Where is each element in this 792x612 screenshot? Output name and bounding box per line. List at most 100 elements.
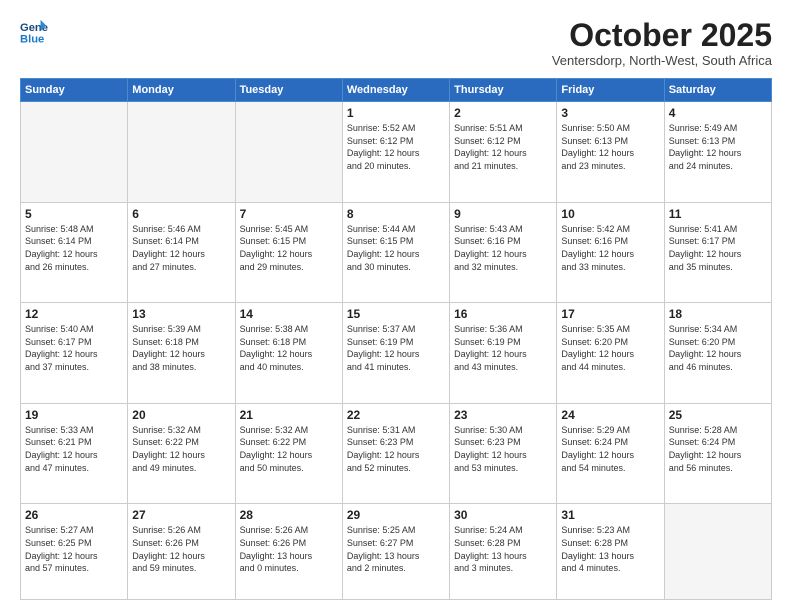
day-number: 29 [347, 508, 445, 522]
calendar-cell [128, 102, 235, 203]
day-info: Sunrise: 5:44 AM Sunset: 6:15 PM Dayligh… [347, 223, 445, 273]
calendar-cell: 3Sunrise: 5:50 AM Sunset: 6:13 PM Daylig… [557, 102, 664, 203]
calendar-week-4: 19Sunrise: 5:33 AM Sunset: 6:21 PM Dayli… [21, 403, 772, 504]
day-number: 27 [132, 508, 230, 522]
day-number: 26 [25, 508, 123, 522]
day-number: 23 [454, 408, 552, 422]
day-info: Sunrise: 5:32 AM Sunset: 6:22 PM Dayligh… [240, 424, 338, 474]
day-number: 11 [669, 207, 767, 221]
calendar-cell: 13Sunrise: 5:39 AM Sunset: 6:18 PM Dayli… [128, 303, 235, 404]
day-number: 5 [25, 207, 123, 221]
day-info: Sunrise: 5:26 AM Sunset: 6:26 PM Dayligh… [240, 524, 338, 574]
svg-text:Blue: Blue [20, 33, 44, 45]
day-info: Sunrise: 5:28 AM Sunset: 6:24 PM Dayligh… [669, 424, 767, 474]
logo: General Blue [20, 18, 48, 46]
col-wednesday: Wednesday [342, 79, 449, 102]
month-title: October 2025 [552, 18, 772, 53]
day-number: 17 [561, 307, 659, 321]
calendar-week-5: 26 Sunrise: 5:27 AM Sunset: 6:25 PM Dayli… [21, 504, 772, 600]
calendar-cell [21, 102, 128, 203]
day-number: 22 [347, 408, 445, 422]
day-number: 1 [347, 106, 445, 120]
col-friday: Friday [557, 79, 664, 102]
calendar-cell: 10Sunrise: 5:42 AM Sunset: 6:16 PM Dayli… [557, 202, 664, 303]
day-info: Sunrise: 5:27 AM Sunset: 6:25 PM Dayligh… [25, 524, 123, 574]
day-number: 7 [240, 207, 338, 221]
calendar-cell: 8 Sunrise: 5:44 AM Sunset: 6:15 PM Daylig… [342, 202, 449, 303]
day-number: 31 [561, 508, 659, 522]
col-tuesday: Tuesday [235, 79, 342, 102]
calendar-cell: 11 Sunrise: 5:41 AM Sunset: 6:17 PM Dayli… [664, 202, 771, 303]
calendar-cell: 15Sunrise: 5:37 AM Sunset: 6:19 PM Dayli… [342, 303, 449, 404]
calendar-cell: 12 Sunrise: 5:40 AM Sunset: 6:17 PM Dayli… [21, 303, 128, 404]
calendar-cell: 23 Sunrise: 5:30 AM Sunset: 6:23 PM Dayli… [450, 403, 557, 504]
calendar-cell: 29 Sunrise: 5:25 AM Sunset: 6:27 PM Dayli… [342, 504, 449, 600]
day-number: 21 [240, 408, 338, 422]
day-number: 24 [561, 408, 659, 422]
calendar-cell: 4 Sunrise: 5:49 AM Sunset: 6:13 PM Daylig… [664, 102, 771, 203]
calendar-cell: 21 Sunrise: 5:32 AM Sunset: 6:22 PM Dayli… [235, 403, 342, 504]
day-info: Sunrise: 5:32 AM Sunset: 6:22 PM Dayligh… [132, 424, 230, 474]
day-info: Sunrise: 5:30 AM Sunset: 6:23 PM Dayligh… [454, 424, 552, 474]
day-info: Sunrise: 5:34 AM Sunset: 6:20 PM Dayligh… [669, 323, 767, 373]
day-info: Sunrise: 5:48 AM Sunset: 6:14 PM Dayligh… [25, 223, 123, 273]
calendar-week-3: 12 Sunrise: 5:40 AM Sunset: 6:17 PM Dayli… [21, 303, 772, 404]
calendar-cell: 20 Sunrise: 5:32 AM Sunset: 6:22 PM Dayli… [128, 403, 235, 504]
day-info: Sunrise: 5:52 AM Sunset: 6:12 PM Dayligh… [347, 122, 445, 172]
header: General Blue October 2025 Ventersdorp, N… [20, 18, 772, 68]
calendar-cell: 6Sunrise: 5:46 AM Sunset: 6:14 PM Daylig… [128, 202, 235, 303]
calendar-cell: 9Sunrise: 5:43 AM Sunset: 6:16 PM Daylig… [450, 202, 557, 303]
day-info: Sunrise: 5:38 AM Sunset: 6:18 PM Dayligh… [240, 323, 338, 373]
day-number: 13 [132, 307, 230, 321]
calendar-cell: 19Sunrise: 5:33 AM Sunset: 6:21 PM Dayli… [21, 403, 128, 504]
day-number: 4 [669, 106, 767, 120]
day-info: Sunrise: 5:24 AM Sunset: 6:28 PM Dayligh… [454, 524, 552, 574]
calendar-cell: 2 Sunrise: 5:51 AM Sunset: 6:12 PM Daylig… [450, 102, 557, 203]
day-info: Sunrise: 5:41 AM Sunset: 6:17 PM Dayligh… [669, 223, 767, 273]
calendar-cell: 30 Sunrise: 5:24 AM Sunset: 6:28 PM Dayli… [450, 504, 557, 600]
day-number: 8 [347, 207, 445, 221]
calendar-cell [235, 102, 342, 203]
day-info: Sunrise: 5:35 AM Sunset: 6:20 PM Dayligh… [561, 323, 659, 373]
col-monday: Monday [128, 79, 235, 102]
header-row: Sunday Monday Tuesday Wednesday Thursday… [21, 79, 772, 102]
page: General Blue October 2025 Ventersdorp, N… [0, 0, 792, 612]
calendar-cell: 14 Sunrise: 5:38 AM Sunset: 6:18 PM Dayli… [235, 303, 342, 404]
day-number: 18 [669, 307, 767, 321]
day-number: 28 [240, 508, 338, 522]
day-number: 14 [240, 307, 338, 321]
day-info: Sunrise: 5:26 AM Sunset: 6:26 PM Dayligh… [132, 524, 230, 574]
calendar-cell: 5 Sunrise: 5:48 AM Sunset: 6:14 PM Daylig… [21, 202, 128, 303]
day-number: 3 [561, 106, 659, 120]
day-number: 12 [25, 307, 123, 321]
calendar-cell: 16Sunrise: 5:36 AM Sunset: 6:19 PM Dayli… [450, 303, 557, 404]
calendar-cell: 28 Sunrise: 5:26 AM Sunset: 6:26 PM Dayli… [235, 504, 342, 600]
day-number: 30 [454, 508, 552, 522]
day-info: Sunrise: 5:49 AM Sunset: 6:13 PM Dayligh… [669, 122, 767, 172]
calendar-cell: 26 Sunrise: 5:27 AM Sunset: 6:25 PM Dayli… [21, 504, 128, 600]
day-info: Sunrise: 5:25 AM Sunset: 6:27 PM Dayligh… [347, 524, 445, 574]
day-info: Sunrise: 5:29 AM Sunset: 6:24 PM Dayligh… [561, 424, 659, 474]
day-info: Sunrise: 5:43 AM Sunset: 6:16 PM Dayligh… [454, 223, 552, 273]
day-number: 15 [347, 307, 445, 321]
day-info: Sunrise: 5:40 AM Sunset: 6:17 PM Dayligh… [25, 323, 123, 373]
calendar-cell: 18 Sunrise: 5:34 AM Sunset: 6:20 PM Dayli… [664, 303, 771, 404]
col-saturday: Saturday [664, 79, 771, 102]
calendar-week-2: 5 Sunrise: 5:48 AM Sunset: 6:14 PM Daylig… [21, 202, 772, 303]
day-info: Sunrise: 5:23 AM Sunset: 6:28 PM Dayligh… [561, 524, 659, 574]
location: Ventersdorp, North-West, South Africa [552, 53, 772, 68]
day-number: 19 [25, 408, 123, 422]
day-number: 25 [669, 408, 767, 422]
calendar-cell: 25 Sunrise: 5:28 AM Sunset: 6:24 PM Dayli… [664, 403, 771, 504]
day-number: 2 [454, 106, 552, 120]
calendar-week-1: 1 Sunrise: 5:52 AM Sunset: 6:12 PM Daylig… [21, 102, 772, 203]
calendar-cell: 17 Sunrise: 5:35 AM Sunset: 6:20 PM Dayli… [557, 303, 664, 404]
day-number: 20 [132, 408, 230, 422]
col-thursday: Thursday [450, 79, 557, 102]
calendar-cell: 1 Sunrise: 5:52 AM Sunset: 6:12 PM Daylig… [342, 102, 449, 203]
day-info: Sunrise: 5:51 AM Sunset: 6:12 PM Dayligh… [454, 122, 552, 172]
day-info: Sunrise: 5:31 AM Sunset: 6:23 PM Dayligh… [347, 424, 445, 474]
calendar-cell [664, 504, 771, 600]
calendar-cell: 22 Sunrise: 5:31 AM Sunset: 6:23 PM Dayli… [342, 403, 449, 504]
day-info: Sunrise: 5:36 AM Sunset: 6:19 PM Dayligh… [454, 323, 552, 373]
